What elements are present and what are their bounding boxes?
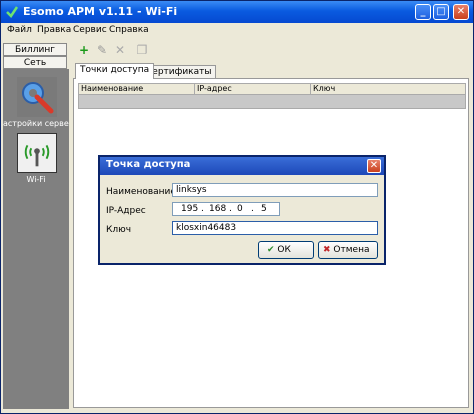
menu-bar: Файл Правка Сервис Справка: [1, 23, 473, 39]
sidebar: Биллинг Сеть астройки сервер Wi-Fi: [1, 41, 71, 411]
sidebar-panel: астройки сервер Wi-Fi: [3, 69, 69, 409]
grid-header: Наименование IP-адрес Ключ: [78, 83, 466, 95]
access-point-dialog: Точка доступа ✕ Наименование IP-Адрес 19…: [98, 155, 386, 265]
app-window: Esomo APM v1.11 - Wi-Fi _ □ ✕ Файл Правк…: [0, 0, 474, 414]
tab-access-points[interactable]: Точки доступа: [75, 63, 155, 79]
cancel-label: Отмена: [333, 245, 370, 255]
wifi-icon: [24, 144, 50, 167]
column-key[interactable]: Ключ: [311, 84, 465, 94]
dialog-close-button[interactable]: ✕: [367, 159, 381, 173]
ok-button[interactable]: ✔ ОК: [258, 241, 314, 259]
edit-icon[interactable]: ✎: [95, 43, 109, 57]
ip-address-field[interactable]: 195 . 168 . 0 . 5: [172, 202, 280, 216]
key-label: Ключ: [106, 225, 132, 235]
ip-dot: .: [251, 204, 254, 214]
menu-help[interactable]: Справка: [109, 25, 149, 35]
cancel-button[interactable]: ✖ Отмена: [318, 241, 378, 259]
check-icon: ✔: [267, 245, 275, 255]
name-field[interactable]: [172, 183, 378, 197]
ok-label: ОК: [277, 245, 291, 255]
menu-file[interactable]: Файл: [7, 25, 32, 35]
sidebar-billing-button[interactable]: Биллинг: [3, 43, 67, 56]
dialog-title-bar: Точка доступа ✕: [100, 157, 384, 175]
dialog-title: Точка доступа: [106, 159, 191, 170]
delete-icon[interactable]: ✕: [113, 43, 127, 57]
maximize-button[interactable]: □: [433, 4, 449, 20]
toolbar: + ✎ ✕ ❐: [73, 41, 471, 59]
column-name[interactable]: Наименование: [79, 84, 195, 94]
menu-edit[interactable]: Правка: [37, 25, 71, 35]
sidebar-item-label: Wi-Fi: [26, 175, 46, 184]
sidebar-item-wifi[interactable]: [17, 133, 57, 173]
sidebar-network-button[interactable]: Сеть: [3, 56, 67, 69]
minimize-button[interactable]: _: [415, 4, 431, 20]
ip-octet-2[interactable]: 168: [209, 203, 226, 215]
cross-icon: ✖: [323, 245, 331, 255]
window-title: Esomo APM v1.11 - Wi-Fi: [23, 5, 178, 18]
ip-octet-1[interactable]: 195: [181, 203, 198, 215]
ip-dot: .: [229, 204, 232, 214]
ip-octet-4[interactable]: 5: [261, 203, 267, 215]
close-button[interactable]: ✕: [453, 4, 469, 20]
ip-label: IP-Адрес: [106, 206, 146, 216]
name-label: Наименование: [106, 187, 176, 197]
table-row[interactable]: [78, 95, 466, 109]
app-check-icon: [6, 6, 19, 18]
menu-service[interactable]: Сервис: [73, 25, 107, 35]
title-bar: Esomo APM v1.11 - Wi-Fi _ □ ✕: [1, 1, 473, 23]
sidebar-item-server-settings[interactable]: [17, 77, 57, 117]
add-icon[interactable]: +: [77, 43, 91, 57]
tab-strip: Точки доступа Сертификаты: [73, 63, 471, 79]
wrench-gear-icon: [22, 82, 54, 114]
ip-octet-3[interactable]: 0: [237, 203, 243, 215]
ip-dot: .: [201, 204, 204, 214]
column-ip[interactable]: IP-адрес: [195, 84, 311, 94]
sidebar-item-label: астройки сервер: [3, 119, 69, 128]
key-field[interactable]: [172, 221, 378, 235]
copy-icon[interactable]: ❐: [135, 43, 149, 57]
